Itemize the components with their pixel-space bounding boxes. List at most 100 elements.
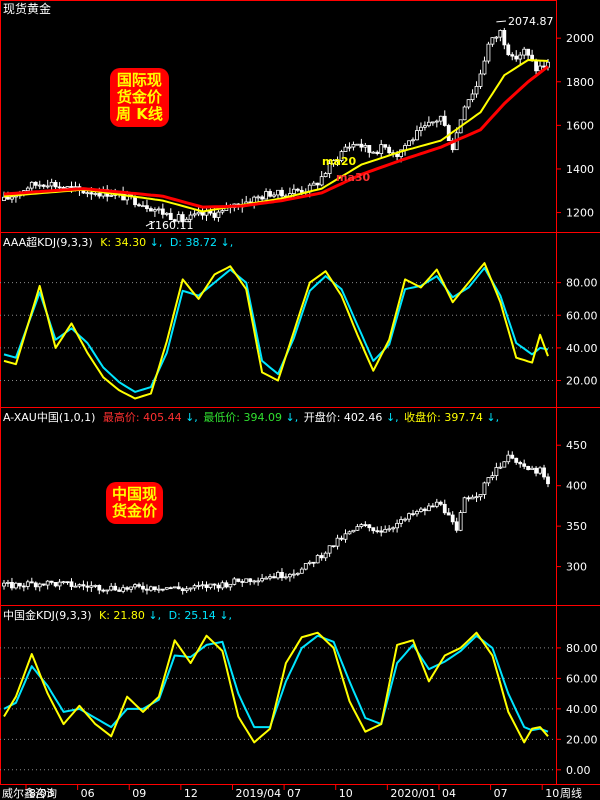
candle-body bbox=[17, 582, 22, 587]
ma20-label: ma20 bbox=[322, 155, 357, 168]
candle-body bbox=[192, 213, 197, 216]
candle-body bbox=[419, 508, 423, 512]
candle-body bbox=[6, 196, 10, 200]
candle-body bbox=[502, 29, 507, 46]
candle-body bbox=[224, 582, 229, 588]
candle-body bbox=[506, 44, 511, 56]
kdj2-legend: 中国金KDJ(9,3,3) K: 21.80 ↓, D: 25.14 ↓, bbox=[3, 608, 232, 622]
candle-body bbox=[319, 176, 324, 186]
kdj1-legend: AAA超KDJ(9,3,3) K: 34.30 ↓, D: 38.72 ↓, bbox=[3, 235, 233, 249]
candle-body bbox=[236, 578, 241, 582]
candle-body bbox=[113, 585, 118, 591]
candle-body bbox=[10, 196, 14, 200]
candle-body bbox=[192, 585, 197, 589]
candle-body bbox=[450, 514, 455, 523]
candle-body bbox=[264, 577, 268, 580]
candle-body bbox=[375, 151, 380, 155]
y-tick-label: 80.00 bbox=[566, 277, 598, 290]
candle-body bbox=[200, 584, 205, 587]
candle-body bbox=[518, 54, 523, 60]
candle-body bbox=[375, 530, 380, 533]
candle-body bbox=[490, 475, 495, 478]
candle-body bbox=[287, 573, 292, 578]
candle-body bbox=[363, 524, 368, 527]
x-tick-label: 10 bbox=[545, 787, 559, 800]
candle-body bbox=[49, 181, 54, 187]
candle-body bbox=[482, 60, 487, 75]
candle-body bbox=[438, 115, 443, 122]
candle-body bbox=[53, 582, 58, 587]
candle-body bbox=[81, 584, 86, 587]
xau-low-value: 最低价: 394.09 bbox=[203, 411, 282, 424]
candle-body bbox=[53, 181, 58, 188]
candle-body bbox=[407, 140, 411, 146]
candle-body bbox=[470, 93, 475, 101]
candle-body bbox=[534, 467, 538, 474]
candle-body bbox=[65, 186, 70, 189]
candle-body bbox=[89, 192, 94, 195]
candle-body bbox=[220, 582, 225, 589]
chart-canvas: 1200 1400 1600 1800 2000 20.00 40.00 60.00 80.00… bbox=[0, 0, 600, 800]
candle-body bbox=[141, 205, 145, 208]
candle-body bbox=[347, 531, 352, 535]
candle-body bbox=[311, 561, 316, 564]
candle-body bbox=[212, 583, 217, 586]
y-tick-label: 1200 bbox=[566, 207, 594, 220]
candle-body bbox=[216, 211, 221, 218]
xau-open-value: 开盘价: 402.46 bbox=[304, 410, 383, 424]
candle-body bbox=[494, 36, 499, 39]
candle-body bbox=[355, 526, 360, 531]
panel1-title: 现货黄金 bbox=[3, 1, 51, 16]
china-gold-badge: 中国现 货金价 bbox=[106, 482, 164, 524]
candle-body bbox=[462, 106, 467, 121]
candle-body bbox=[383, 528, 388, 533]
xau-low-arrow: ↓, bbox=[286, 411, 299, 424]
intl-gold-badge: 国际现 货金价 周 K线 bbox=[110, 68, 169, 127]
candle-body bbox=[419, 126, 423, 131]
candle-body bbox=[307, 561, 312, 564]
candle-body bbox=[176, 586, 181, 590]
candle-body bbox=[85, 585, 90, 588]
candle-body bbox=[323, 173, 328, 178]
candle-body bbox=[343, 533, 348, 540]
candle-body bbox=[248, 578, 253, 582]
ma30-label: ma30 bbox=[336, 171, 371, 184]
candle-body bbox=[97, 584, 102, 591]
candle-body bbox=[498, 29, 503, 38]
candle-body bbox=[188, 587, 193, 590]
candle-body bbox=[426, 121, 431, 127]
candle-body bbox=[423, 508, 427, 512]
y-tick-label: 300 bbox=[566, 561, 587, 574]
candle-body bbox=[470, 496, 475, 500]
intl-gold-badge-line: 货金价 bbox=[116, 88, 162, 106]
candle-body bbox=[228, 583, 233, 588]
candle-body bbox=[272, 194, 276, 197]
candle-body bbox=[454, 521, 459, 531]
candle-body bbox=[474, 496, 479, 499]
y-tick-label: 80.00 bbox=[566, 642, 598, 655]
y-tick-label: 20.00 bbox=[566, 733, 598, 746]
candle-body bbox=[530, 467, 535, 470]
candle-body bbox=[133, 584, 137, 588]
candle-body bbox=[25, 581, 30, 587]
candle-body bbox=[514, 55, 519, 60]
candle-body bbox=[125, 587, 129, 590]
candle-body bbox=[542, 467, 546, 478]
candle-body bbox=[434, 501, 439, 507]
candle-body bbox=[25, 187, 30, 192]
candle-body bbox=[14, 582, 18, 589]
candle-body bbox=[149, 586, 153, 591]
candle-body bbox=[430, 121, 435, 124]
candle-body bbox=[208, 583, 213, 588]
candle-body bbox=[303, 563, 308, 570]
x-tick-label: 06 bbox=[81, 787, 95, 800]
candle-body bbox=[212, 212, 217, 218]
min-price-label: 1160.11 bbox=[148, 219, 194, 232]
y-tick-label: 1800 bbox=[566, 76, 594, 89]
candle-body bbox=[434, 120, 439, 123]
candle-body bbox=[284, 576, 288, 579]
xau-high-value: 最高价: 405.44 bbox=[103, 410, 182, 424]
candle-body bbox=[69, 186, 74, 188]
candle-body bbox=[69, 581, 74, 587]
candle-body bbox=[252, 580, 257, 583]
